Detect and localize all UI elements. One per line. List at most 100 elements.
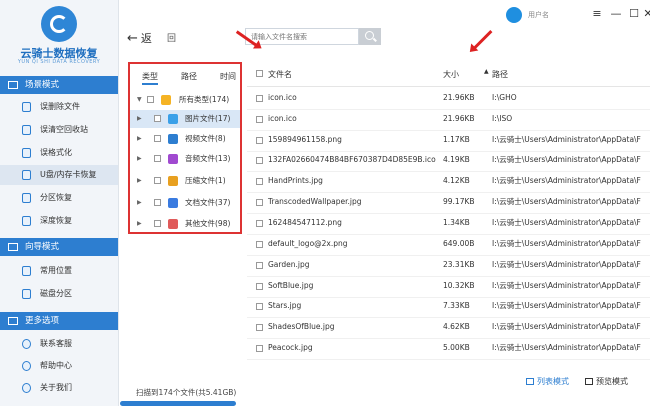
category-item-images[interactable]: ▶ 图片文件(17): [130, 110, 240, 128]
checkbox[interactable]: [256, 116, 263, 123]
table-row[interactable]: SoftBlue.jpg 10.32KB I:\云骑士\Users\Administ…: [247, 276, 650, 298]
checkbox[interactable]: [256, 324, 263, 331]
disk-icon: [22, 289, 31, 299]
checkbox[interactable]: [147, 96, 154, 103]
table-row[interactable]: Stars.jpg 7.33KB I:\云骑士\Users\Administrato…: [247, 296, 650, 318]
sidebar-item-recycle-bin[interactable]: 误清空回收站: [0, 120, 118, 140]
usb-drive-icon: [22, 170, 31, 180]
expand-right-icon[interactable]: ▶: [137, 110, 142, 128]
checkbox[interactable]: [256, 178, 263, 185]
table-row[interactable]: TranscodedWallpaper.jpg 99.17KB I:\云骑士\Use…: [247, 192, 650, 214]
sidebar-item-help-center[interactable]: 帮助中心: [0, 356, 118, 376]
tab-type[interactable]: 类型: [142, 71, 158, 85]
close-icon[interactable]: ✕: [641, 7, 650, 20]
category-item-archives[interactable]: ▶ 压缩文件(1): [130, 172, 240, 190]
expand-right-icon[interactable]: ▶: [137, 130, 142, 148]
user-name: 用户名: [528, 11, 549, 19]
sidebar-item-common-locations[interactable]: 常用位置: [0, 261, 118, 281]
expand-down-icon[interactable]: ▼: [137, 91, 142, 109]
archive-file-icon: [168, 176, 178, 186]
table-row[interactable]: 132FA02660474B84BF670387D4D85E9B.ico 4.19…: [247, 150, 650, 172]
checkbox[interactable]: [256, 345, 263, 352]
checkbox[interactable]: [256, 283, 263, 290]
checkbox[interactable]: [256, 220, 263, 227]
app-subtitle: YUN QI SHI DATA RECOVERY: [17, 59, 101, 65]
category-item-documents[interactable]: ▶ 文档文件(37): [130, 194, 240, 212]
checkbox[interactable]: [154, 199, 161, 206]
category-item-all[interactable]: ▼ 所有类型(174): [130, 91, 240, 109]
menu-icon[interactable]: ≡: [590, 7, 604, 20]
recycle-bin-icon: [22, 125, 31, 135]
checkbox[interactable]: [256, 199, 263, 206]
checkbox[interactable]: [256, 137, 263, 144]
expand-right-icon[interactable]: ▶: [137, 150, 142, 168]
avatar[interactable]: [506, 7, 522, 23]
sidebar-item-about[interactable]: 关于我们: [0, 378, 118, 398]
deep-scan-icon: [22, 216, 31, 226]
expand-right-icon[interactable]: ▶: [137, 215, 142, 233]
app-logo: 云骑士数据恢复 YUN QI SHI DATA RECOVERY: [0, 0, 118, 72]
sidebar-item-contact-support[interactable]: 联系客服: [0, 334, 118, 354]
checkbox[interactable]: [154, 177, 161, 184]
section-scene-mode: 场景模式: [0, 76, 118, 94]
list-view-icon: [526, 378, 534, 385]
column-header-path[interactable]: 路径: [492, 69, 508, 80]
sidebar: 云骑士数据恢复 YUN QI SHI DATA RECOVERY 场景模式 误删…: [0, 0, 119, 406]
info-icon: [22, 383, 31, 393]
arrow-left-icon: ←: [127, 31, 138, 46]
scan-summary: 扫描到174个文件(共5.41GB): [136, 388, 237, 397]
table-row[interactable]: Peacock.jpg 5.00KB I:\云骑士\Users\Administra…: [247, 338, 650, 360]
tab-time[interactable]: 时间: [220, 71, 236, 82]
table-row[interactable]: HandPrints.jpg 4.12KB I:\云骑士\Users\Adminis…: [247, 171, 650, 193]
scan-progress-bar: [120, 401, 236, 406]
checkbox[interactable]: [154, 115, 161, 122]
file-delete-icon: [22, 102, 31, 112]
search-icon[interactable]: [359, 28, 381, 45]
monitor-icon: [8, 81, 18, 89]
location-icon: [22, 266, 31, 276]
sidebar-item-disk-partition[interactable]: 磁盘分区: [0, 284, 118, 304]
menu-icon: [8, 317, 18, 325]
minimize-icon[interactable]: —: [609, 7, 623, 20]
table-row[interactable]: 162484547112.png 1.34KB I:\云骑士\Users\Admin…: [247, 213, 650, 235]
list-view-button[interactable]: 列表模式: [526, 376, 569, 387]
sidebar-item-format[interactable]: 误格式化: [0, 143, 118, 163]
checkbox[interactable]: [256, 262, 263, 269]
checkbox[interactable]: [256, 95, 263, 102]
category-item-videos[interactable]: ▶ 视频文件(8): [130, 130, 240, 148]
maximize-icon[interactable]: ☐: [627, 7, 641, 20]
back-button[interactable]: ← 返: [127, 30, 152, 46]
category-panel: 类型 路径 时间 ▼ 所有类型(174) ▶ 图片文件(17) ▶ 视频文件(8…: [128, 62, 242, 234]
checkbox[interactable]: [256, 303, 263, 310]
checkbox[interactable]: [256, 157, 263, 164]
checkbox[interactable]: [154, 135, 161, 142]
select-all-checkbox[interactable]: [256, 70, 263, 77]
undo-button[interactable]: 回: [167, 31, 176, 44]
expand-right-icon[interactable]: ▶: [137, 194, 142, 212]
headset-icon: [22, 339, 31, 349]
checkbox[interactable]: [154, 155, 161, 162]
table-row[interactable]: default_logo@2x.png 649.00B I:\云骑士\Users\A…: [247, 234, 650, 256]
sidebar-item-deleted-files[interactable]: 误删除文件: [0, 97, 118, 117]
sidebar-item-deep-recovery[interactable]: 深度恢复: [0, 211, 118, 231]
toolbar: ←返 回 用户名 ≡ — ☐ ✕: [119, 0, 650, 58]
column-header-size[interactable]: 大小: [443, 69, 459, 80]
category-item-audio[interactable]: ▶ 音频文件(13): [130, 150, 240, 168]
wizard-icon: [8, 243, 18, 251]
tab-path[interactable]: 路径: [181, 71, 197, 82]
sidebar-item-partition-recovery[interactable]: 分区恢复: [0, 188, 118, 208]
sidebar-item-usb-recovery[interactable]: U盘/内存卡恢复: [0, 165, 118, 185]
table-row[interactable]: icon.ico 21.96KB I:\GHO: [247, 88, 650, 110]
column-header-name[interactable]: 文件名: [268, 69, 292, 80]
sort-up-icon[interactable]: ▲: [484, 68, 489, 75]
table-row[interactable]: icon.ico 21.96KB I:\ISO: [247, 109, 650, 131]
category-item-others[interactable]: ▶ 其他文件(98): [130, 215, 240, 233]
table-row[interactable]: Garden.jpg 23.31KB I:\云骑士\Users\Administra…: [247, 255, 650, 277]
other-file-icon: [168, 219, 178, 229]
table-row[interactable]: 159894961158.png 1.17KB I:\云骑士\Users\Admin…: [247, 130, 650, 152]
expand-right-icon[interactable]: ▶: [137, 172, 142, 190]
table-row[interactable]: ShadesOfBlue.jpg 4.62KB I:\云骑士\Users\Admin…: [247, 317, 650, 339]
preview-view-button[interactable]: 预览模式: [585, 376, 628, 387]
checkbox[interactable]: [256, 241, 263, 248]
checkbox[interactable]: [154, 220, 161, 227]
